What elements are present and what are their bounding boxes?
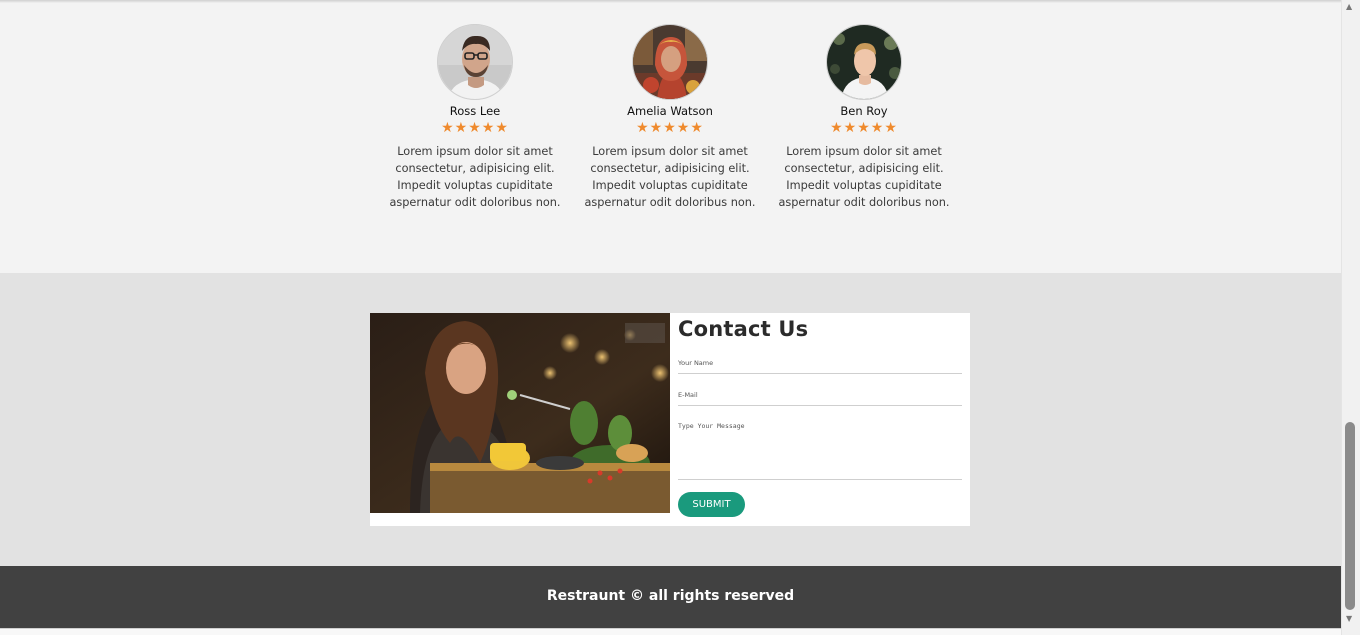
footer: Restraunt © all rights reserved: [0, 566, 1341, 628]
avatar: [437, 24, 513, 100]
review-text: Lorem ipsum dolor sit amet consectetur, …: [584, 145, 756, 209]
scroll-down-arrow-icon[interactable]: ▼: [1346, 614, 1352, 623]
testimonial-card: Ben Roy ★★★★★ Lorem ipsum dolor sit amet…: [774, 24, 954, 211]
message-placeholder: Type Your Message: [678, 422, 745, 430]
scrollbar-thumb[interactable]: [1345, 422, 1355, 610]
testimonials-section: Ross Lee ★★★★★ Lorem ipsum dolor sit ame…: [0, 0, 1341, 273]
footer-copyright: Restraunt © all rights reserved: [546, 588, 795, 604]
message-textarea[interactable]: Type Your Message: [678, 422, 962, 480]
reviewer-name: Ben Roy: [840, 104, 888, 118]
contact-title: Contact Us: [678, 317, 809, 341]
name-field[interactable]: Your Name: [678, 359, 962, 374]
reviewer-name: Amelia Watson: [627, 104, 713, 118]
avatar: [632, 24, 708, 100]
window-bottom-edge: [0, 628, 1341, 635]
review-text: Lorem ipsum dolor sit amet consectetur, …: [389, 145, 561, 209]
star-rating: ★★★★★: [830, 120, 898, 136]
testimonial-card: Amelia Watson ★★★★★ Lorem ipsum dolor si…: [580, 24, 760, 211]
header-shadow: [0, 0, 1341, 3]
reviewer-name: Ross Lee: [449, 104, 501, 118]
email-placeholder: E-Mail: [678, 391, 698, 399]
scroll-up-arrow-icon[interactable]: ▲: [1346, 2, 1352, 11]
testimonial-card: Ross Lee ★★★★★ Lorem ipsum dolor sit ame…: [385, 24, 565, 211]
contact-form: Contact Us Your Name E-Mail Type Your Me…: [678, 313, 962, 517]
contact-card: Contact Us Your Name E-Mail Type Your Me…: [370, 313, 970, 526]
woman-dining-photo: [370, 313, 670, 513]
star-rating: ★★★★★: [636, 120, 704, 136]
submit-button[interactable]: SUBMIT: [678, 492, 745, 517]
review-text: Lorem ipsum dolor sit amet consectetur, …: [778, 145, 950, 209]
email-field[interactable]: E-Mail: [678, 391, 962, 406]
vertical-scrollbar[interactable]: ▲ ▼: [1341, 0, 1360, 635]
name-placeholder: Your Name: [678, 359, 714, 367]
star-rating: ★★★★★: [441, 120, 509, 136]
page: Ross Lee ★★★★★ Lorem ipsum dolor sit ame…: [0, 0, 1341, 635]
avatar: [826, 24, 902, 100]
contact-section: Contact Us Your Name E-Mail Type Your Me…: [0, 273, 1341, 566]
